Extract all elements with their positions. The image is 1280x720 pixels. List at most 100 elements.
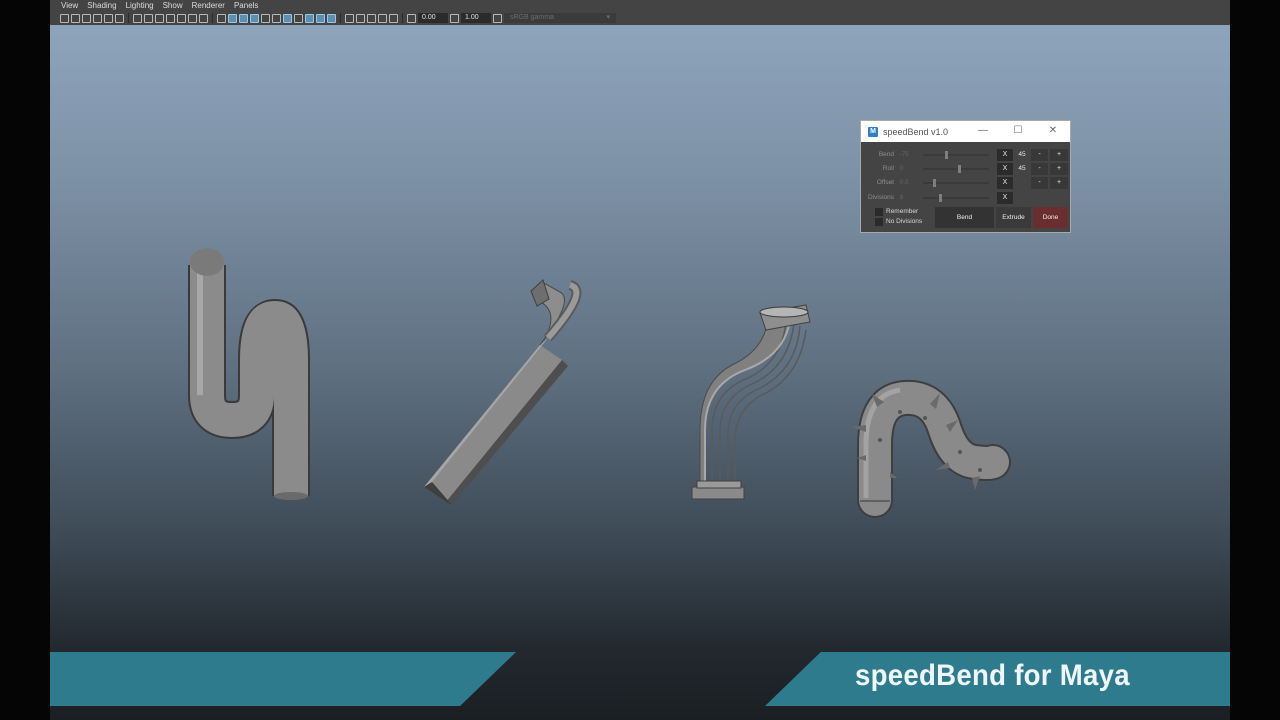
exposure-field[interactable]: 0.00 bbox=[418, 13, 448, 23]
xray-icon[interactable] bbox=[356, 13, 365, 23]
isolate-select-icon[interactable] bbox=[345, 13, 354, 23]
menu-view[interactable]: View bbox=[61, 1, 78, 10]
bent-column[interactable] bbox=[691, 304, 811, 500]
gamma-field[interactable]: 1.00 bbox=[461, 13, 491, 23]
resolution-gate-icon[interactable] bbox=[155, 13, 164, 23]
divisions-row: Divisions 8 X bbox=[861, 192, 1070, 204]
textured-icon[interactable] bbox=[261, 13, 270, 23]
bend-label: Bend bbox=[878, 151, 894, 158]
close-icon[interactable]: ✕ bbox=[1046, 125, 1060, 137]
dialog-title: speedBend v1.0 bbox=[883, 126, 949, 137]
shadows-icon[interactable] bbox=[283, 13, 292, 23]
bend-plus-button[interactable]: + bbox=[1050, 149, 1068, 161]
bend-x-button[interactable]: X bbox=[997, 149, 1013, 161]
roll-minus-button[interactable]: - bbox=[1031, 163, 1048, 175]
speedbend-dialog: M speedBend v1.0 — ☐ ✕ Bend -75 X 45 - +… bbox=[860, 120, 1071, 233]
color-management-icon[interactable] bbox=[493, 13, 502, 23]
menu-shading[interactable]: Shading bbox=[87, 1, 116, 10]
menu-lighting[interactable]: Lighting bbox=[126, 1, 154, 10]
menu-panels[interactable]: Panels bbox=[234, 1, 258, 10]
s-bend-pipe[interactable] bbox=[188, 248, 310, 500]
divisions-slider-handle[interactable] bbox=[939, 194, 942, 202]
bent-square-beam[interactable] bbox=[424, 279, 582, 505]
multisample-icon[interactable] bbox=[316, 13, 325, 23]
viewport-panel-bar: View Shading Lighting Show Renderer Pane… bbox=[50, 0, 1230, 25]
select-camera-icon[interactable] bbox=[60, 13, 69, 23]
separator bbox=[128, 13, 129, 23]
grid-icon[interactable] bbox=[133, 13, 142, 23]
divisions-slider[interactable] bbox=[923, 194, 989, 202]
depth-of-field-icon[interactable] bbox=[327, 13, 336, 23]
safe-action-icon[interactable] bbox=[188, 13, 197, 23]
roll-slider-handle[interactable] bbox=[958, 165, 961, 173]
viewport-objects bbox=[188, 248, 1011, 518]
motion-blur-icon[interactable] bbox=[305, 13, 314, 23]
roll-plus-button[interactable]: + bbox=[1050, 163, 1068, 175]
done-button[interactable]: Done bbox=[1033, 207, 1068, 228]
no-divisions-label: No Divisions bbox=[886, 218, 923, 225]
bend-slider[interactable] bbox=[923, 151, 989, 159]
bend-row: Bend -75 X 45 - + bbox=[861, 149, 1070, 161]
camera-attributes-icon[interactable] bbox=[71, 13, 80, 23]
panel-menu: View Shading Lighting Show Renderer Pane… bbox=[61, 1, 267, 10]
divisions-x-button[interactable]: X bbox=[997, 192, 1013, 204]
bend-slider-handle[interactable] bbox=[945, 151, 948, 159]
field-chart-icon[interactable] bbox=[177, 13, 186, 23]
wireframe-on-shaded-icon[interactable] bbox=[250, 13, 259, 23]
bend-button[interactable]: Bend bbox=[935, 207, 994, 228]
roll-step-value[interactable]: 45 bbox=[1015, 163, 1029, 175]
backface-icon[interactable] bbox=[389, 13, 398, 23]
offset-minus-button[interactable]: - bbox=[1031, 177, 1048, 189]
chevron-down-icon: ▾ bbox=[606, 14, 610, 21]
2d-pan-zoom-icon[interactable] bbox=[104, 13, 113, 23]
offset-row: Offset 0.0 X - + bbox=[861, 177, 1070, 189]
roll-label: Roll bbox=[882, 165, 894, 172]
roll-row: Roll 0 X 45 - + bbox=[861, 163, 1070, 175]
offset-x-button[interactable]: X bbox=[997, 177, 1013, 189]
roll-x-button[interactable]: X bbox=[997, 163, 1013, 175]
bend-minus-button[interactable]: - bbox=[1031, 149, 1048, 161]
bend-value[interactable]: -75 bbox=[900, 149, 909, 161]
smooth-shade-icon[interactable] bbox=[228, 13, 237, 23]
divisions-value[interactable]: 8 bbox=[900, 192, 903, 204]
banner-title: speedBend for Maya bbox=[855, 659, 1130, 692]
menu-show[interactable]: Show bbox=[163, 1, 183, 10]
offset-slider[interactable] bbox=[923, 179, 989, 187]
offset-plus-button[interactable]: + bbox=[1050, 177, 1068, 189]
offset-value[interactable]: 0.0 bbox=[900, 177, 908, 189]
maximize-icon[interactable]: ☐ bbox=[1011, 125, 1025, 137]
banner-stripe-left bbox=[50, 652, 516, 706]
minimize-icon[interactable]: — bbox=[976, 125, 990, 137]
roll-value[interactable]: 0 bbox=[900, 163, 903, 175]
gamma-icon[interactable] bbox=[450, 13, 459, 23]
divisions-label: Divisions bbox=[867, 194, 894, 201]
spiky-tentacle[interactable] bbox=[852, 379, 1011, 518]
xray-joints-icon[interactable] bbox=[378, 13, 387, 23]
grease-pencil-icon[interactable] bbox=[115, 13, 124, 23]
lights-icon[interactable] bbox=[272, 13, 281, 23]
separator bbox=[340, 13, 341, 23]
remember-checkbox[interactable] bbox=[875, 208, 883, 216]
default-material-icon[interactable] bbox=[239, 13, 248, 23]
view-transform-dropdown[interactable]: sRGB gamma ▾ bbox=[504, 13, 616, 23]
remember-label: Remember bbox=[886, 208, 919, 215]
roll-slider[interactable] bbox=[923, 165, 989, 173]
view-transform-label: sRGB gamma bbox=[510, 14, 554, 21]
ambient-occlusion-icon[interactable] bbox=[294, 13, 303, 23]
separator bbox=[212, 13, 213, 23]
dialog-titlebar[interactable]: M speedBend v1.0 — ☐ ✕ bbox=[861, 121, 1070, 142]
bookmark-icon[interactable] bbox=[82, 13, 91, 23]
bend-step-value[interactable]: 45 bbox=[1015, 149, 1029, 161]
wireframe-icon[interactable] bbox=[217, 13, 226, 23]
safe-title-icon[interactable] bbox=[199, 13, 208, 23]
menu-renderer[interactable]: Renderer bbox=[192, 1, 225, 10]
exposure-icon[interactable] bbox=[407, 13, 416, 23]
film-gate-icon[interactable] bbox=[144, 13, 153, 23]
no-divisions-checkbox[interactable] bbox=[875, 218, 883, 226]
image-plane-icon[interactable] bbox=[93, 13, 102, 23]
offset-slider-handle[interactable] bbox=[933, 179, 936, 187]
maya-app-icon: M bbox=[868, 126, 878, 137]
xray-active-icon[interactable] bbox=[367, 13, 376, 23]
gate-mask-icon[interactable] bbox=[166, 13, 175, 23]
extrude-button[interactable]: Extrude bbox=[996, 207, 1031, 228]
